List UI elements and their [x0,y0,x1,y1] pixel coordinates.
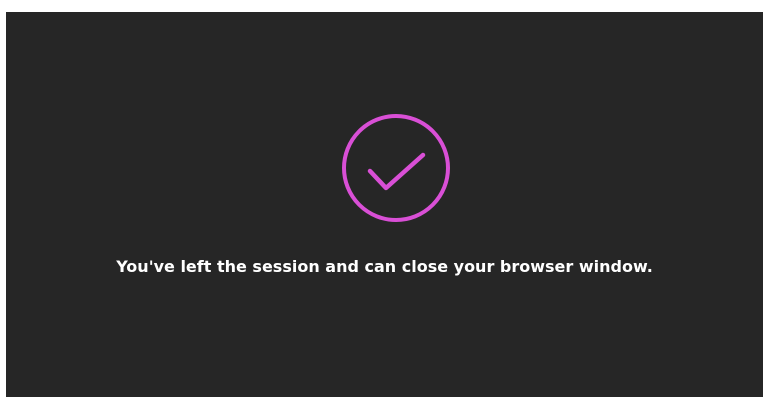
session-left-message: You've left the session and can close yo… [116,257,653,276]
checkmark-tick [367,152,426,191]
checkmark-ring [342,114,450,222]
session-ended-screen: You've left the session and can close yo… [6,12,763,397]
checkmark-svg [342,114,450,222]
checkmark-circle-icon [340,112,452,224]
